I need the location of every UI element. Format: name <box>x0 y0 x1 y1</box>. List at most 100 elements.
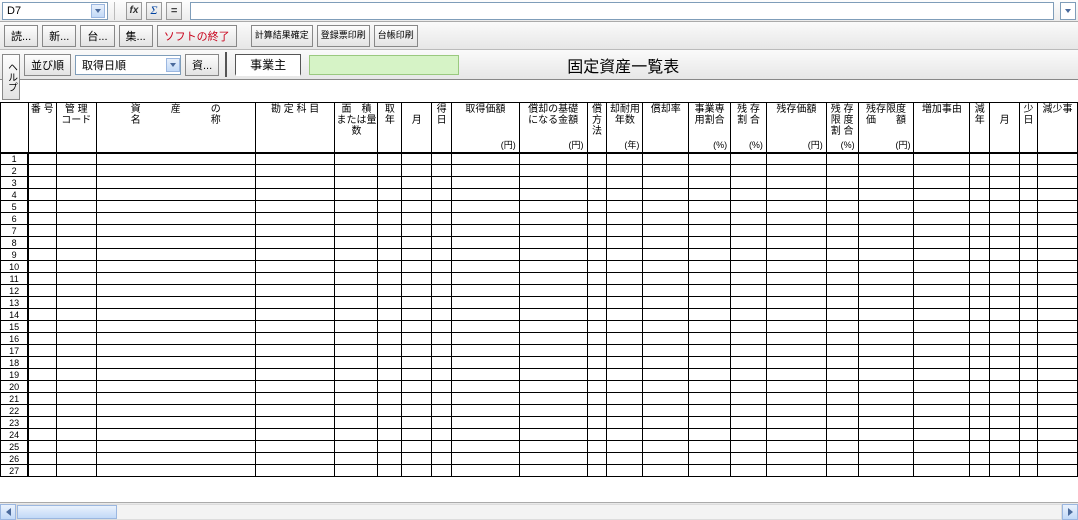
cell-area[interactable] <box>335 249 378 261</box>
cell-acct[interactable] <box>255 177 335 189</box>
cell-biz[interactable] <box>689 273 731 285</box>
row-number[interactable]: 8 <box>1 237 29 249</box>
cell-reference-combo[interactable]: D7 <box>2 2 108 20</box>
cell-dec[interactable] <box>1037 261 1077 273</box>
cell-method[interactable] <box>587 201 607 213</box>
cell-biz[interactable] <box>689 405 731 417</box>
col-header-inc[interactable]: 増加事由 <box>914 103 970 153</box>
cell-code[interactable] <box>56 357 96 369</box>
cell-resv[interactable] <box>766 237 826 249</box>
table-row[interactable]: 16 <box>1 333 1078 345</box>
cell-cost[interactable] <box>452 249 520 261</box>
cell-resr[interactable] <box>731 153 767 165</box>
cell-area[interactable] <box>335 417 378 429</box>
cell-dm[interactable] <box>990 357 1020 369</box>
cell-inc[interactable] <box>914 177 970 189</box>
cell-area[interactable] <box>335 345 378 357</box>
cell-rate[interactable] <box>643 273 689 285</box>
cell-dm[interactable] <box>990 285 1020 297</box>
cell-acct[interactable] <box>255 405 335 417</box>
cell-resv[interactable] <box>766 285 826 297</box>
sigma-button[interactable]: Σ <box>146 2 162 20</box>
cell-name[interactable] <box>96 177 255 189</box>
cell-area[interactable] <box>335 285 378 297</box>
cell-resv[interactable] <box>766 417 826 429</box>
cell-name[interactable] <box>96 249 255 261</box>
row-number[interactable]: 20 <box>1 381 29 393</box>
cell-acct[interactable] <box>255 237 335 249</box>
cell-acd[interactable] <box>432 321 452 333</box>
cell-limv[interactable] <box>858 309 914 321</box>
cell-base[interactable] <box>519 321 587 333</box>
cell-life[interactable] <box>607 405 643 417</box>
cell-dm[interactable] <box>990 405 1020 417</box>
cell-cost[interactable] <box>452 285 520 297</box>
cell-limr[interactable] <box>826 285 858 297</box>
cell-biz[interactable] <box>689 309 731 321</box>
cell-acy[interactable] <box>378 225 402 237</box>
cell-limr[interactable] <box>826 381 858 393</box>
cell-biz[interactable] <box>689 249 731 261</box>
col-header-resv[interactable]: 残存価額(円) <box>766 103 826 153</box>
cell-resv[interactable] <box>766 201 826 213</box>
cell-cost[interactable] <box>452 441 520 453</box>
cell-biz[interactable] <box>689 465 731 477</box>
cell-method[interactable] <box>587 357 607 369</box>
cell-acy[interactable] <box>378 177 402 189</box>
row-number[interactable]: 5 <box>1 201 29 213</box>
cell-resr[interactable] <box>731 405 767 417</box>
cell-resv[interactable] <box>766 453 826 465</box>
cell-resv[interactable] <box>766 297 826 309</box>
cell-biz[interactable] <box>689 345 731 357</box>
cell-code[interactable] <box>56 189 96 201</box>
cell-dd[interactable] <box>1019 405 1037 417</box>
cell-limr[interactable] <box>826 429 858 441</box>
cell-dd[interactable] <box>1019 201 1037 213</box>
cell-acd[interactable] <box>432 297 452 309</box>
row-number[interactable]: 2 <box>1 165 29 177</box>
cell-acm[interactable] <box>402 405 432 417</box>
cell-base[interactable] <box>519 309 587 321</box>
cell-name[interactable] <box>96 381 255 393</box>
cell-dy[interactable] <box>970 357 990 369</box>
cell-dy[interactable] <box>970 465 990 477</box>
cell-resr[interactable] <box>731 441 767 453</box>
cell-dy[interactable] <box>970 429 990 441</box>
cell-base[interactable] <box>519 441 587 453</box>
cell-code[interactable] <box>56 369 96 381</box>
cell-resr[interactable] <box>731 261 767 273</box>
cell-cost[interactable] <box>452 405 520 417</box>
cell-resv[interactable] <box>766 345 826 357</box>
cell-resr[interactable] <box>731 165 767 177</box>
cell-cost[interactable] <box>452 201 520 213</box>
cell-limr[interactable] <box>826 405 858 417</box>
cell-acct[interactable] <box>255 297 335 309</box>
cell-dec[interactable] <box>1037 249 1077 261</box>
cell-acm[interactable] <box>402 213 432 225</box>
cell-code[interactable] <box>56 381 96 393</box>
col-header-cost[interactable]: 取得価額(円) <box>452 103 520 153</box>
cell-area[interactable] <box>335 333 378 345</box>
cell-limr[interactable] <box>826 465 858 477</box>
cell-inc[interactable] <box>914 297 970 309</box>
cell-dm[interactable] <box>990 153 1020 165</box>
cell-biz[interactable] <box>689 213 731 225</box>
formula-expand-button[interactable] <box>1060 2 1076 20</box>
cell-acct[interactable] <box>255 357 335 369</box>
cell-resr[interactable] <box>731 285 767 297</box>
cell-acm[interactable] <box>402 441 432 453</box>
cell-acy[interactable] <box>378 333 402 345</box>
cell-biz[interactable] <box>689 225 731 237</box>
cell-limr[interactable] <box>826 237 858 249</box>
cell-dec[interactable] <box>1037 333 1077 345</box>
cell-life[interactable] <box>607 165 643 177</box>
cell-cost[interactable] <box>452 213 520 225</box>
cell-cost[interactable] <box>452 453 520 465</box>
formula-input[interactable] <box>190 2 1054 20</box>
table-row[interactable]: 12 <box>1 285 1078 297</box>
cell-method[interactable] <box>587 465 607 477</box>
row-number[interactable]: 10 <box>1 261 29 273</box>
cell-acm[interactable] <box>402 249 432 261</box>
cell-cost[interactable] <box>452 297 520 309</box>
cell-acm[interactable] <box>402 261 432 273</box>
